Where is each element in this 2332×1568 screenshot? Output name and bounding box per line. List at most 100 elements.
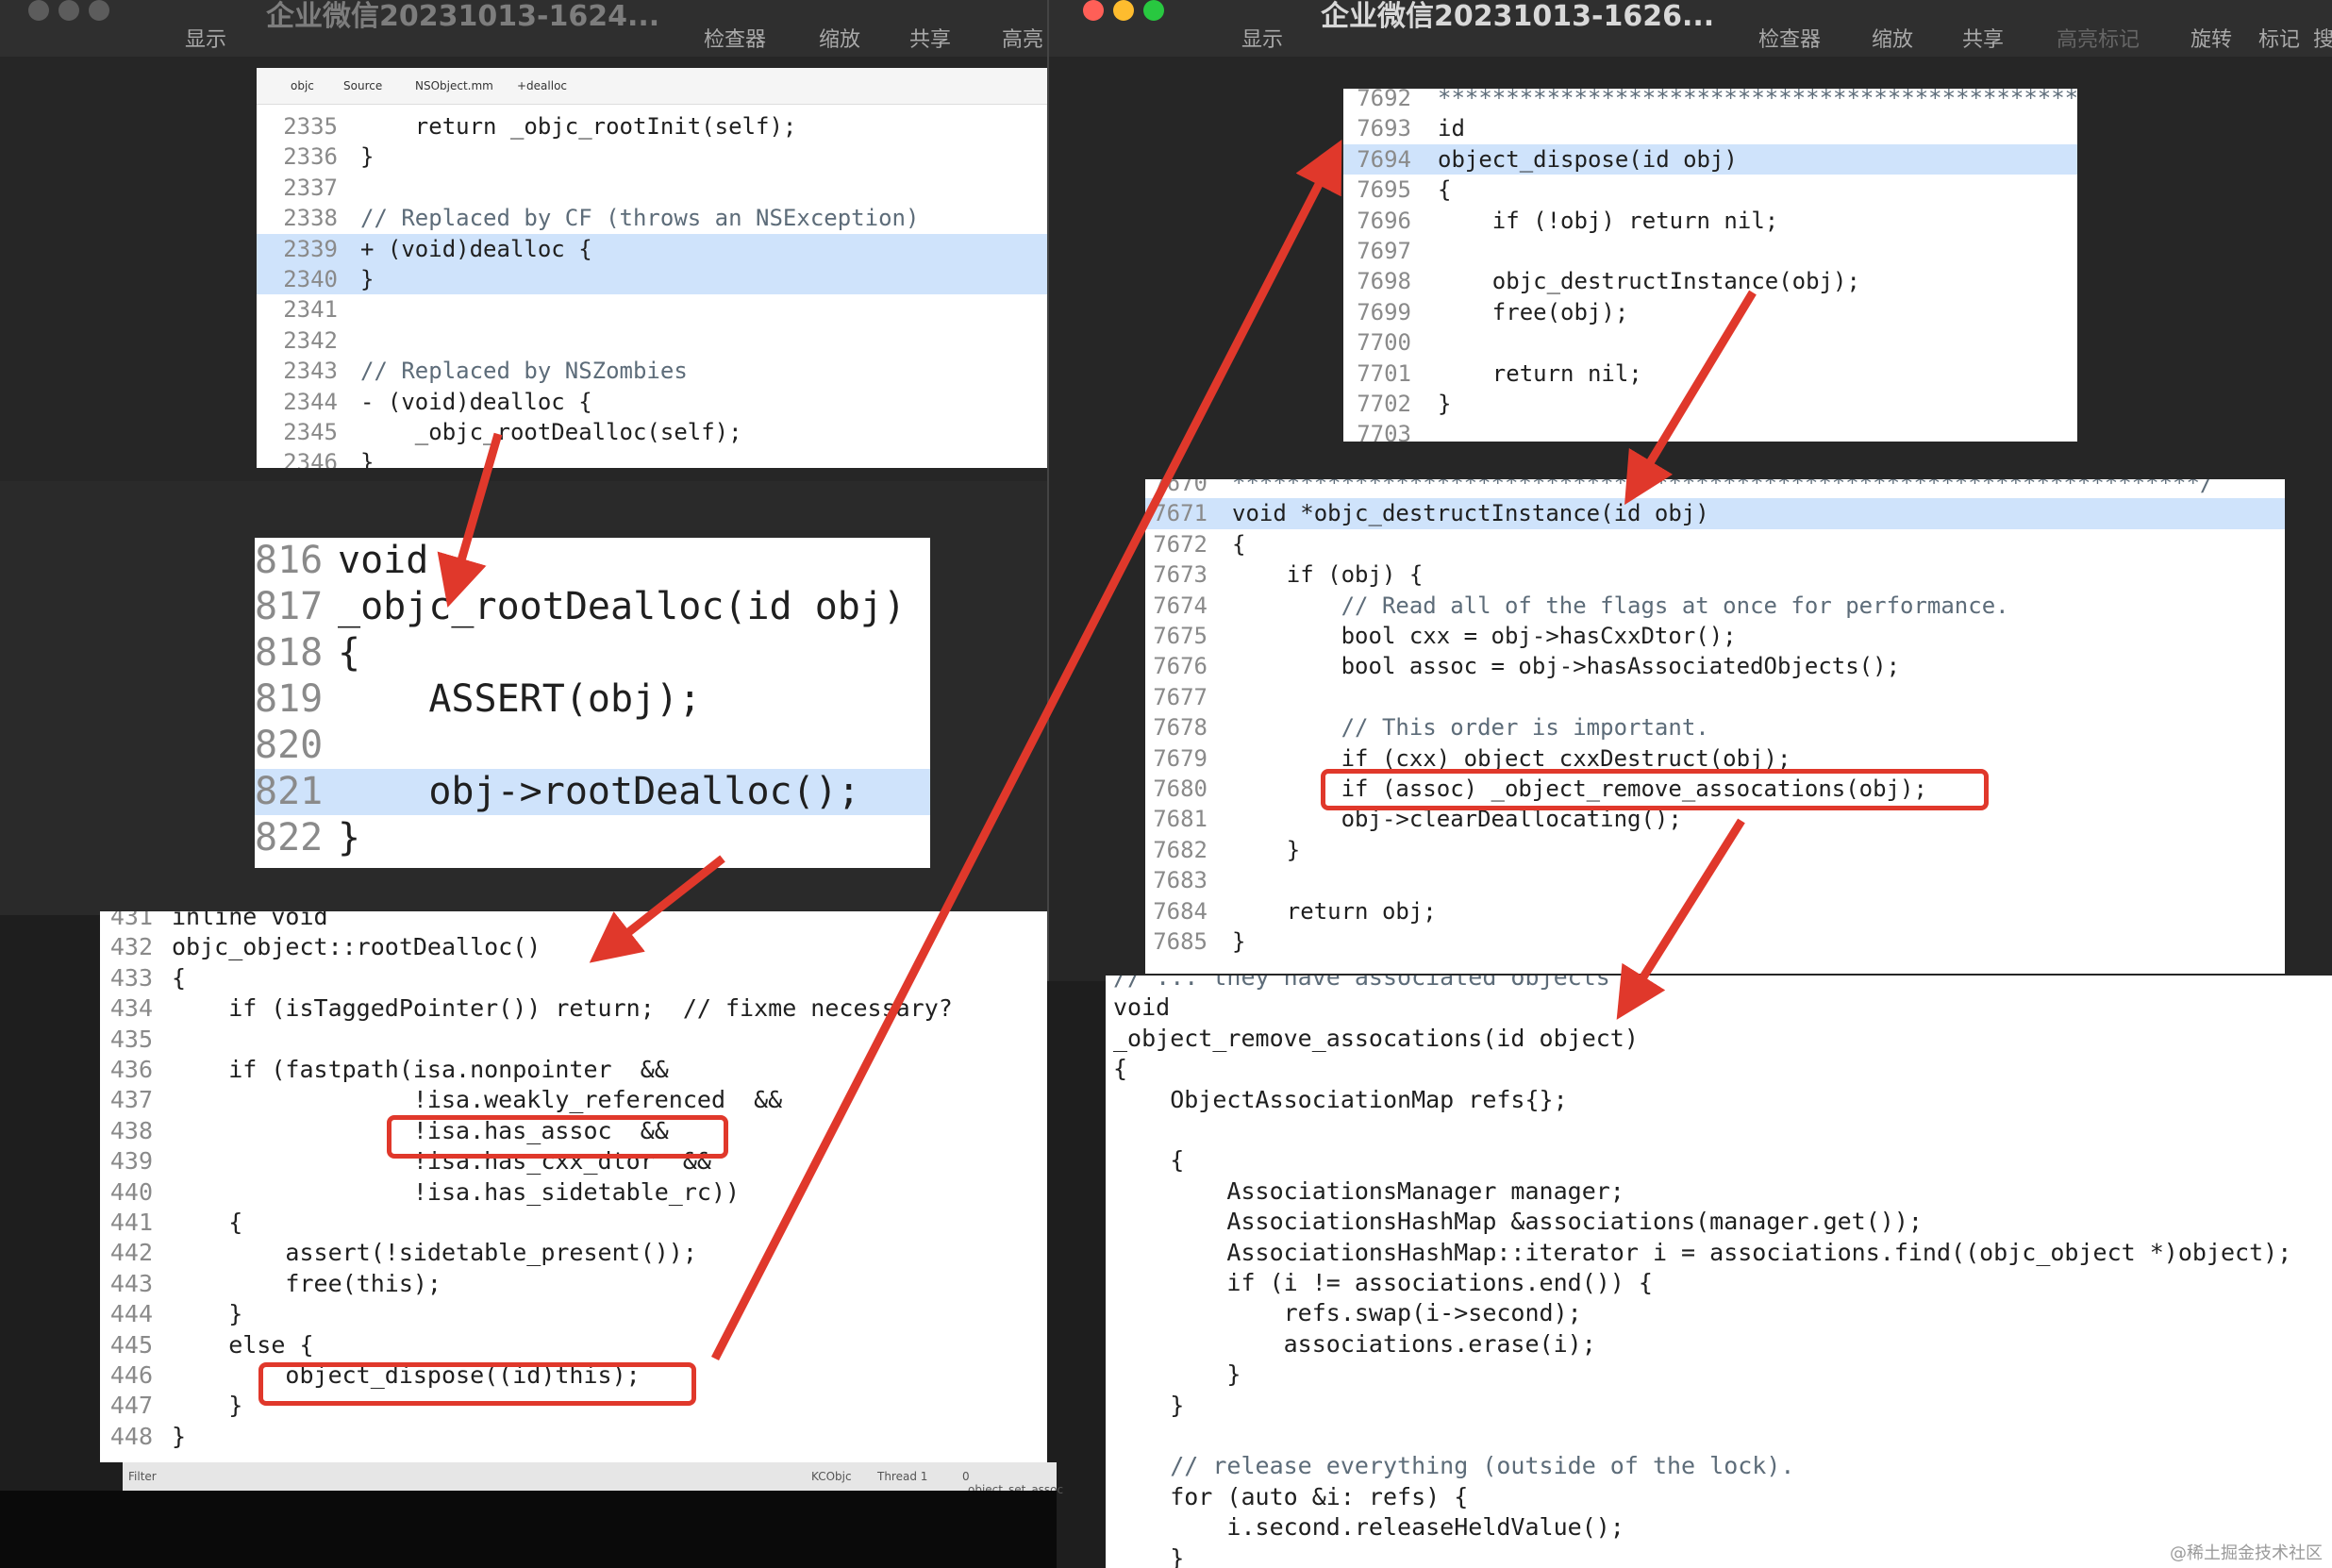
code-text[interactable]: else {	[172, 1330, 313, 1360]
code-text[interactable]: objc_object::rootDealloc()	[172, 932, 541, 962]
code-text[interactable]: {	[1438, 175, 1451, 205]
debug-crumb[interactable]: KCObjc	[811, 1470, 852, 1483]
code-text[interactable]: return obj;	[1232, 896, 1437, 926]
code-text[interactable]: ****************************************…	[1232, 479, 2213, 498]
right-highlight-label[interactable]: 高亮标记	[2057, 23, 2140, 53]
debug-crumb[interactable]: Thread 1	[877, 1470, 927, 1483]
code-text[interactable]: assert(!sidetable_present());	[172, 1238, 697, 1268]
code-text[interactable]: // ... they have associated objects	[1113, 976, 1610, 993]
code-text[interactable]: return nil;	[1438, 359, 1642, 389]
left-display-label[interactable]: 显示	[185, 23, 226, 53]
code-text[interactable]: // release everything (outside of the lo…	[1113, 1451, 1794, 1481]
code-text[interactable]: {	[1113, 1054, 1127, 1084]
code-text[interactable]: // This order is important.	[1232, 712, 1709, 742]
code-text[interactable]: if (isTaggedPointer()) return; // fixme …	[172, 993, 953, 1024]
right-display-label[interactable]: 显示	[1241, 23, 1283, 53]
code-text[interactable]: i.second.releaseHeldValue();	[1113, 1512, 1624, 1543]
code-text[interactable]: _objc_rootDealloc(self);	[360, 417, 742, 447]
right-rotate-label[interactable]: 旋转	[2190, 23, 2232, 53]
left-zoom-label[interactable]: 缩放	[819, 23, 860, 53]
code-text[interactable]: AssociationsHashMap &associations(manage…	[1113, 1207, 1923, 1237]
code-text[interactable]: - (void)dealloc {	[360, 387, 592, 417]
code-text[interactable]: ObjectAssociationMap refs{};	[1113, 1085, 1567, 1115]
code-text[interactable]: associations.erase(i);	[1113, 1329, 1596, 1359]
code-text[interactable]: }	[172, 1422, 186, 1452]
code-line: 7694 object_dispose(id obj)	[1343, 143, 2077, 175]
code-text[interactable]: }	[360, 447, 374, 468]
code-text[interactable]: }	[338, 815, 360, 861]
code-text[interactable]: // Replaced by NSZombies	[360, 356, 688, 386]
right-inspector-label[interactable]: 检查器	[1758, 23, 1821, 53]
code-text[interactable]: if (obj) {	[1232, 559, 1424, 590]
code-text[interactable]: free(obj);	[1438, 297, 1629, 327]
code-text[interactable]: if (!obj) return nil;	[1438, 206, 1778, 236]
code-line: 2335 return _objc_rootInit(self);	[257, 111, 1047, 142]
code-text[interactable]: {	[338, 630, 360, 676]
code-text[interactable]: AssociationsHashMap::iterator i = associ…	[1113, 1238, 2291, 1268]
code-text[interactable]: {	[1232, 529, 1245, 559]
code-text[interactable]: }	[172, 1391, 242, 1421]
code-text[interactable]: if (i != associations.end()) {	[1113, 1268, 1653, 1298]
right-zoom-dot[interactable]	[1143, 0, 1164, 21]
code-text[interactable]: id	[1438, 113, 1465, 143]
left-share-label[interactable]: 共享	[909, 23, 951, 53]
code-text[interactable]: }	[1232, 835, 1300, 865]
code-text[interactable]: }	[1113, 1543, 1184, 1568]
line-number: 2342	[283, 326, 338, 354]
code-text[interactable]: }	[1232, 926, 1245, 957]
left-highlight-label[interactable]: 高亮	[1002, 23, 1043, 53]
watermark: @稀土掘金技术社区	[2170, 1543, 2323, 1563]
code-text[interactable]: // Read all of the flags at once for per…	[1232, 591, 2009, 621]
code-text[interactable]: object_dispose(id obj)	[1438, 144, 1738, 175]
code-text[interactable]: }	[1113, 1359, 1241, 1390]
code-text[interactable]: bool assoc = obj->hasAssociatedObjects()…	[1232, 651, 1900, 681]
line-number: 2337	[283, 174, 338, 201]
code-text[interactable]: void *objc_destructInstance(id obj)	[1232, 498, 1709, 528]
code-text[interactable]: bool cxx = obj->hasCxxDtor();	[1232, 621, 1737, 651]
left-zoom-dot[interactable]	[89, 0, 109, 21]
code-text[interactable]: void	[1113, 993, 1170, 1023]
code-text[interactable]: }	[1113, 1391, 1184, 1421]
code-text[interactable]: {	[1113, 1145, 1184, 1176]
code-text[interactable]: free(this);	[172, 1269, 441, 1299]
filter-field[interactable]: Filter	[128, 1470, 468, 1483]
right-share-label[interactable]: 共享	[1962, 23, 2004, 53]
code-text[interactable]: {	[172, 963, 186, 993]
code-text[interactable]: return _objc_rootInit(self);	[360, 111, 797, 142]
code-line: refs.swap(i->second);	[1106, 1298, 2332, 1328]
left-close-dot[interactable]	[28, 0, 49, 21]
right-zoom-label[interactable]: 缩放	[1872, 23, 1913, 53]
code-text[interactable]: if (fastpath(isa.nonpointer &&	[172, 1055, 669, 1085]
right-search-label[interactable]: 搜	[2313, 23, 2332, 53]
line-number: 7673	[1153, 561, 1208, 589]
code-text[interactable]: ****************************************…	[1438, 89, 2077, 113]
code-text[interactable]: ASSERT(obj);	[338, 676, 701, 723]
code-text[interactable]: objc_destructInstance(obj);	[1438, 266, 1860, 296]
code-text[interactable]: inline void	[172, 911, 328, 932]
code-text[interactable]: !isa.has_sidetable_rc))	[172, 1177, 740, 1208]
left-inspector-label[interactable]: 检查器	[704, 23, 766, 53]
code-text[interactable]: }	[360, 264, 374, 294]
right-markup-label[interactable]: 标记	[2258, 23, 2300, 53]
right-close-dot[interactable]	[1083, 0, 1104, 21]
code-text[interactable]: // Replaced by CF (throws an NSException…	[360, 203, 919, 233]
code-text[interactable]: void	[338, 538, 428, 584]
left-minimize-dot[interactable]	[58, 0, 79, 21]
right-minimize-dot[interactable]	[1113, 0, 1134, 21]
code-text[interactable]: }	[1438, 389, 1451, 419]
code-text[interactable]: _object_remove_assocations(id object)	[1113, 1024, 1639, 1054]
code-text[interactable]: + (void)dealloc {	[360, 234, 592, 264]
code-text[interactable]: _objc_rootDealloc(id obj)	[338, 584, 906, 630]
code-text[interactable]: }	[172, 1299, 242, 1329]
code-text[interactable]: AssociationsManager manager;	[1113, 1176, 1624, 1207]
code-text[interactable]: refs.swap(i->second);	[1113, 1298, 1582, 1328]
code-text[interactable]: }	[360, 142, 374, 172]
breadcrumb-item[interactable]: Source	[343, 79, 382, 92]
breadcrumb-item[interactable]: NSObject.mm	[415, 79, 493, 92]
breadcrumb-item[interactable]: +dealloc	[517, 79, 567, 92]
code-text[interactable]: {	[172, 1208, 242, 1238]
code-text[interactable]: for (auto &i: refs) {	[1113, 1482, 1468, 1512]
code-text[interactable]: !isa.weakly_referenced &&	[172, 1085, 782, 1115]
breadcrumb-item[interactable]: objc	[291, 79, 314, 92]
code-text[interactable]: obj->rootDealloc();	[338, 769, 860, 815]
